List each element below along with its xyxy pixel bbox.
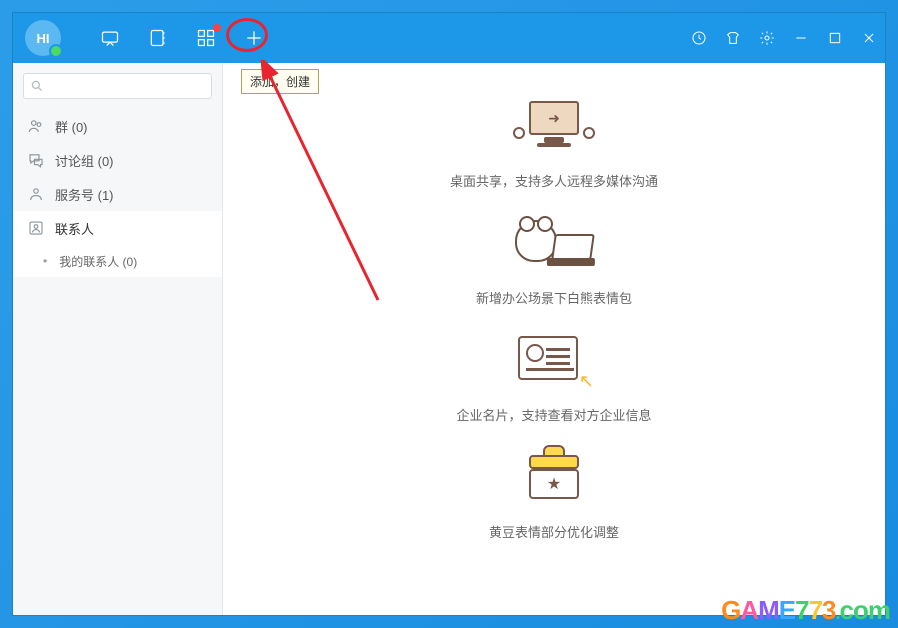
sidebar-item-discussions[interactable]: 讨论组 (0) xyxy=(13,143,222,177)
sidebar: 群 (0) 讨论组 (0) 服务号 (1) 联系人 我的联系人 (0) xyxy=(13,63,223,615)
feature-illustration xyxy=(509,444,599,514)
body: 群 (0) 讨论组 (0) 服务号 (1) 联系人 我的联系人 (0) 桌面共享… xyxy=(13,63,885,615)
watermark: GAME773.com xyxy=(721,595,890,626)
feature-illustration: ↖ xyxy=(509,327,599,397)
sidebar-item-label: 群 (0) xyxy=(55,117,88,136)
contacts-list-icon xyxy=(27,219,45,237)
app-window: HI 添加，创建 xyxy=(12,12,886,616)
sidebar-item-label: 讨论组 (0) xyxy=(55,151,114,170)
main-content: 桌面共享，支持多人远程多媒体沟通 新增办公场景下白熊表情包 ↖ 企业名片，支持查… xyxy=(223,63,885,615)
feature-text: 黄豆表情部分优化调整 xyxy=(489,522,619,541)
search-input[interactable] xyxy=(23,73,212,99)
skin-icon[interactable] xyxy=(723,28,743,48)
sidebar-item-contacts[interactable]: 联系人 xyxy=(13,211,222,245)
sidebar-item-label: 服务号 (1) xyxy=(55,185,114,204)
contacts-icon[interactable] xyxy=(147,27,169,49)
feature-illustration xyxy=(509,93,599,163)
sidebar-subitem-my-contacts[interactable]: 我的联系人 (0) xyxy=(13,245,222,277)
feature-text: 企业名片，支持查看对方企业信息 xyxy=(456,405,651,424)
maximize-button[interactable] xyxy=(825,28,845,48)
sidebar-subitem-label: 我的联系人 (0) xyxy=(59,253,137,270)
notification-badge xyxy=(213,24,221,32)
feature-screen-share: 桌面共享，支持多人远程多媒体沟通 xyxy=(450,93,658,190)
messages-icon[interactable] xyxy=(99,27,121,49)
add-icon[interactable] xyxy=(243,27,265,49)
feature-text: 桌面共享，支持多人远程多媒体沟通 xyxy=(450,171,658,190)
settings-icon[interactable] xyxy=(757,28,777,48)
close-button[interactable] xyxy=(859,28,879,48)
search-icon xyxy=(30,79,44,93)
feature-emoji-update: 黄豆表情部分优化调整 xyxy=(489,444,619,541)
history-icon[interactable] xyxy=(689,28,709,48)
titlebar: HI xyxy=(13,13,885,63)
feature-illustration xyxy=(509,210,599,280)
search-wrap xyxy=(13,63,222,109)
sidebar-item-groups[interactable]: 群 (0) xyxy=(13,109,222,143)
toolbar xyxy=(99,27,265,49)
add-tooltip: 添加，创建 xyxy=(241,69,319,94)
apps-icon[interactable] xyxy=(195,27,217,49)
group-icon xyxy=(27,117,45,135)
sidebar-item-label: 联系人 xyxy=(55,219,94,238)
feature-business-card: ↖ 企业名片，支持查看对方企业信息 xyxy=(456,327,651,424)
app-logo[interactable]: HI xyxy=(25,20,61,56)
minimize-button[interactable] xyxy=(791,28,811,48)
service-icon xyxy=(27,185,45,203)
feature-text: 新增办公场景下白熊表情包 xyxy=(476,288,632,307)
window-controls xyxy=(689,13,879,63)
sidebar-item-services[interactable]: 服务号 (1) xyxy=(13,177,222,211)
discussion-icon xyxy=(27,151,45,169)
feature-bear-stickers: 新增办公场景下白熊表情包 xyxy=(476,210,632,307)
